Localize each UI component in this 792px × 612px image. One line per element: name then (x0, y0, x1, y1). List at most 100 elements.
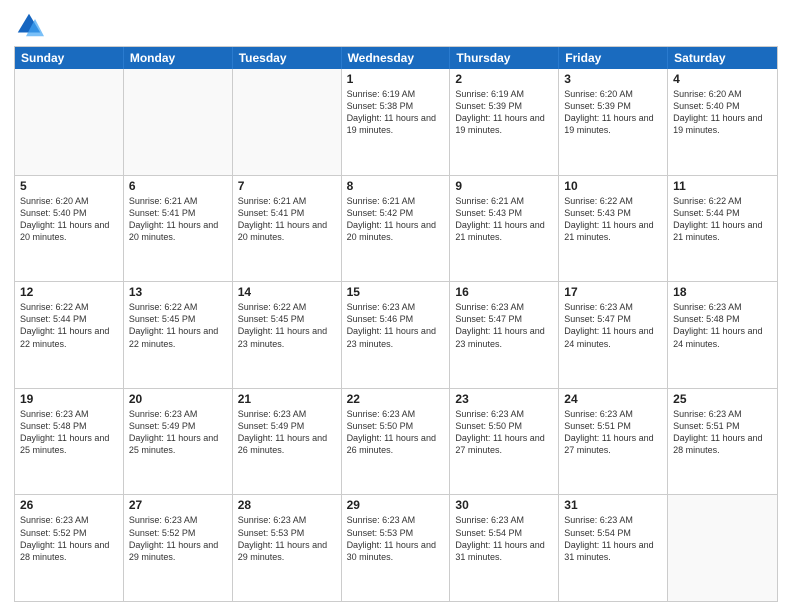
day-info: Sunrise: 6:22 AMSunset: 5:45 PMDaylight:… (129, 301, 227, 350)
day-number: 4 (673, 72, 772, 86)
calendar-cell: 19 Sunrise: 6:23 AMSunset: 5:48 PMDayligh… (15, 389, 124, 495)
weekday-header: Wednesday (342, 47, 451, 69)
calendar-row: 5 Sunrise: 6:20 AMSunset: 5:40 PMDaylight… (15, 175, 777, 282)
day-info: Sunrise: 6:20 AMSunset: 5:40 PMDaylight:… (20, 195, 118, 244)
calendar-cell: 2 Sunrise: 6:19 AMSunset: 5:39 PMDaylight… (450, 69, 559, 175)
day-number: 18 (673, 285, 772, 299)
day-number: 25 (673, 392, 772, 406)
calendar-cell: 1Sunrise: 6:19 AMSunset: 5:38 PMDaylight… (342, 69, 451, 175)
day-number: 16 (455, 285, 553, 299)
day-info: Sunrise: 6:22 AMSunset: 5:44 PMDaylight:… (673, 195, 772, 244)
calendar-cell: 25 Sunrise: 6:23 AMSunset: 5:51 PMDayligh… (668, 389, 777, 495)
day-info: Sunrise: 6:23 AMSunset: 5:52 PMDaylight:… (20, 514, 118, 563)
day-number: 14 (238, 285, 336, 299)
calendar-cell: 20 Sunrise: 6:23 AMSunset: 5:49 PMDayligh… (124, 389, 233, 495)
day-info: Sunrise: 6:23 AMSunset: 5:52 PMDaylight:… (129, 514, 227, 563)
calendar-cell (233, 69, 342, 175)
day-info: Sunrise: 6:23 AMSunset: 5:51 PMDaylight:… (564, 408, 662, 457)
day-info: Sunrise: 6:23 AMSunset: 5:46 PMDaylight:… (347, 301, 445, 350)
page: SundayMondayTuesdayWednesdayThursdayFrid… (0, 0, 792, 612)
day-info: Sunrise: 6:23 AMSunset: 5:54 PMDaylight:… (455, 514, 553, 563)
day-number: 23 (455, 392, 553, 406)
day-number: 10 (564, 179, 662, 193)
day-number: 20 (129, 392, 227, 406)
day-info: Sunrise: 6:21 AMSunset: 5:41 PMDaylight:… (238, 195, 336, 244)
day-number: 11 (673, 179, 772, 193)
calendar-cell: 6 Sunrise: 6:21 AMSunset: 5:41 PMDaylight… (124, 176, 233, 282)
day-info: Sunrise: 6:20 AMSunset: 5:39 PMDaylight:… (564, 88, 662, 137)
weekday-header: Thursday (450, 47, 559, 69)
day-info: Sunrise: 6:23 AMSunset: 5:49 PMDaylight:… (238, 408, 336, 457)
calendar-cell: 8 Sunrise: 6:21 AMSunset: 5:42 PMDaylight… (342, 176, 451, 282)
calendar-cell: 9Sunrise: 6:21 AMSunset: 5:43 PMDaylight… (450, 176, 559, 282)
day-number: 27 (129, 498, 227, 512)
weekday-header: Saturday (668, 47, 777, 69)
calendar-cell: 5 Sunrise: 6:20 AMSunset: 5:40 PMDaylight… (15, 176, 124, 282)
calendar-cell: 10 Sunrise: 6:22 AMSunset: 5:43 PMDayligh… (559, 176, 668, 282)
day-number: 22 (347, 392, 445, 406)
calendar-body: 1Sunrise: 6:19 AMSunset: 5:38 PMDaylight… (15, 69, 777, 601)
calendar-cell (124, 69, 233, 175)
calendar-cell: 26 Sunrise: 6:23 AMSunset: 5:52 PMDayligh… (15, 495, 124, 601)
day-info: Sunrise: 6:23 AMSunset: 5:48 PMDaylight:… (20, 408, 118, 457)
calendar-cell: 30 Sunrise: 6:23 AMSunset: 5:54 PMDayligh… (450, 495, 559, 601)
day-number: 8 (347, 179, 445, 193)
day-info: Sunrise: 6:23 AMSunset: 5:49 PMDaylight:… (129, 408, 227, 457)
day-info: Sunrise: 6:22 AMSunset: 5:43 PMDaylight:… (564, 195, 662, 244)
calendar-cell: 28 Sunrise: 6:23 AMSunset: 5:53 PMDayligh… (233, 495, 342, 601)
header (14, 10, 778, 40)
calendar-cell: 27 Sunrise: 6:23 AMSunset: 5:52 PMDayligh… (124, 495, 233, 601)
day-info: Sunrise: 6:23 AMSunset: 5:48 PMDaylight:… (673, 301, 772, 350)
day-info: Sunrise: 6:22 AMSunset: 5:45 PMDaylight:… (238, 301, 336, 350)
day-info: Sunrise: 6:20 AMSunset: 5:40 PMDaylight:… (673, 88, 772, 137)
logo-icon (14, 10, 44, 40)
calendar-cell: 7Sunrise: 6:21 AMSunset: 5:41 PMDaylight… (233, 176, 342, 282)
day-number: 15 (347, 285, 445, 299)
day-number: 21 (238, 392, 336, 406)
day-info: Sunrise: 6:23 AMSunset: 5:47 PMDaylight:… (455, 301, 553, 350)
day-info: Sunrise: 6:21 AMSunset: 5:43 PMDaylight:… (455, 195, 553, 244)
day-info: Sunrise: 6:22 AMSunset: 5:44 PMDaylight:… (20, 301, 118, 350)
day-info: Sunrise: 6:23 AMSunset: 5:53 PMDaylight:… (238, 514, 336, 563)
day-number: 31 (564, 498, 662, 512)
day-info: Sunrise: 6:23 AMSunset: 5:51 PMDaylight:… (673, 408, 772, 457)
day-number: 5 (20, 179, 118, 193)
day-number: 3 (564, 72, 662, 86)
day-info: Sunrise: 6:23 AMSunset: 5:50 PMDaylight:… (455, 408, 553, 457)
calendar-row: 12 Sunrise: 6:22 AMSunset: 5:44 PMDayligh… (15, 281, 777, 388)
calendar-cell: 3 Sunrise: 6:20 AMSunset: 5:39 PMDaylight… (559, 69, 668, 175)
day-info: Sunrise: 6:21 AMSunset: 5:42 PMDaylight:… (347, 195, 445, 244)
calendar-row: 19 Sunrise: 6:23 AMSunset: 5:48 PMDayligh… (15, 388, 777, 495)
calendar-header: SundayMondayTuesdayWednesdayThursdayFrid… (15, 47, 777, 69)
day-number: 6 (129, 179, 227, 193)
logo (14, 10, 46, 40)
day-info: Sunrise: 6:23 AMSunset: 5:53 PMDaylight:… (347, 514, 445, 563)
day-number: 29 (347, 498, 445, 512)
day-info: Sunrise: 6:21 AMSunset: 5:41 PMDaylight:… (129, 195, 227, 244)
weekday-header: Tuesday (233, 47, 342, 69)
day-info: Sunrise: 6:19 AMSunset: 5:39 PMDaylight:… (455, 88, 553, 137)
day-number: 2 (455, 72, 553, 86)
day-number: 19 (20, 392, 118, 406)
calendar: SundayMondayTuesdayWednesdayThursdayFrid… (14, 46, 778, 602)
calendar-cell: 23 Sunrise: 6:23 AMSunset: 5:50 PMDayligh… (450, 389, 559, 495)
calendar-row: 26 Sunrise: 6:23 AMSunset: 5:52 PMDayligh… (15, 494, 777, 601)
day-info: Sunrise: 6:23 AMSunset: 5:54 PMDaylight:… (564, 514, 662, 563)
day-number: 13 (129, 285, 227, 299)
calendar-cell: 29 Sunrise: 6:23 AMSunset: 5:53 PMDayligh… (342, 495, 451, 601)
day-number: 28 (238, 498, 336, 512)
calendar-cell: 11 Sunrise: 6:22 AMSunset: 5:44 PMDayligh… (668, 176, 777, 282)
calendar-cell: 14 Sunrise: 6:22 AMSunset: 5:45 PMDayligh… (233, 282, 342, 388)
day-info: Sunrise: 6:23 AMSunset: 5:50 PMDaylight:… (347, 408, 445, 457)
day-number: 30 (455, 498, 553, 512)
calendar-cell (668, 495, 777, 601)
calendar-cell: 18 Sunrise: 6:23 AMSunset: 5:48 PMDayligh… (668, 282, 777, 388)
calendar-cell: 31 Sunrise: 6:23 AMSunset: 5:54 PMDayligh… (559, 495, 668, 601)
day-number: 17 (564, 285, 662, 299)
calendar-cell: 21 Sunrise: 6:23 AMSunset: 5:49 PMDayligh… (233, 389, 342, 495)
day-number: 12 (20, 285, 118, 299)
day-number: 26 (20, 498, 118, 512)
weekday-header: Friday (559, 47, 668, 69)
calendar-row: 1Sunrise: 6:19 AMSunset: 5:38 PMDaylight… (15, 69, 777, 175)
day-number: 24 (564, 392, 662, 406)
